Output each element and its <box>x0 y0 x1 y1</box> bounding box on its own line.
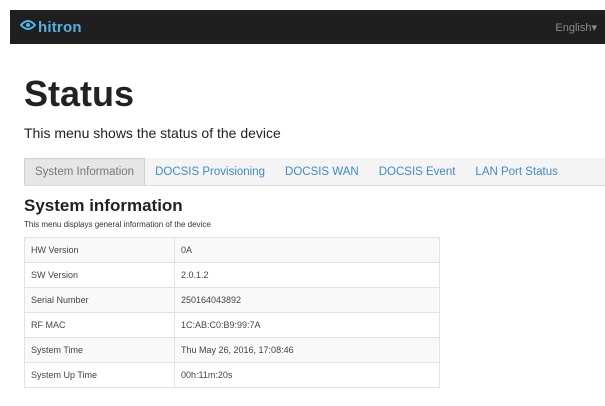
tab-docsis-event[interactable]: DOCSIS Event <box>369 158 466 185</box>
table-row: HW Version 0A <box>24 237 440 263</box>
hw-version-value: 0A <box>174 237 440 263</box>
system-time-label: System Time <box>24 337 175 363</box>
table-row: RF MAC 1C:AB:C0:B9:99:7A <box>24 312 440 338</box>
tab-system-information[interactable]: System Information <box>24 158 146 185</box>
status-tabs: System Information DOCSIS Provisioning D… <box>24 158 605 186</box>
sw-version-label: SW Version <box>24 262 175 288</box>
hw-version-label: HW Version <box>24 237 175 263</box>
table-row: Serial Number 250164043892 <box>24 287 440 313</box>
page-title: Status <box>24 73 135 114</box>
table-row: System Up Time 00h:11m:20s <box>24 362 440 388</box>
tab-lan-port-status[interactable]: LAN Port Status <box>465 158 567 185</box>
serial-number-value: 250164043892 <box>174 287 440 313</box>
system-up-time-label: System Up Time <box>24 362 175 388</box>
table-row: System Time Thu May 26, 2016, 17:08:46 <box>24 337 440 363</box>
language-dropdown[interactable]: English▾ <box>555 21 597 34</box>
system-up-time-value: 00h:11m:20s <box>174 362 440 388</box>
table-row: SW Version 2.0.1.2 <box>24 262 440 288</box>
system-time-value: Thu May 26, 2016, 17:08:46 <box>174 337 440 363</box>
rf-mac-value: 1C:AB:C0:B9:99:7A <box>174 312 440 338</box>
section-title: System information <box>24 196 183 215</box>
tab-docsis-wan[interactable]: DOCSIS WAN <box>275 158 369 185</box>
tab-docsis-provisioning[interactable]: DOCSIS Provisioning <box>145 158 275 185</box>
page-description: This menu shows the status of the device <box>24 125 281 141</box>
top-navbar: hitron English▾ <box>10 10 605 44</box>
chevron-down-icon: ▾ <box>591 21 597 34</box>
system-info-table: HW Version 0A SW Version 2.0.1.2 Serial … <box>24 237 440 388</box>
language-label: English <box>555 21 592 34</box>
brand-logo[interactable]: hitron <box>19 18 82 37</box>
sw-version-value: 2.0.1.2 <box>174 262 440 288</box>
serial-number-label: Serial Number <box>24 287 175 313</box>
brand-name: hitron <box>38 18 82 36</box>
section-description: This menu displays general information o… <box>24 220 211 229</box>
rf-mac-label: RF MAC <box>24 312 175 338</box>
hitron-logo-icon <box>19 18 37 37</box>
